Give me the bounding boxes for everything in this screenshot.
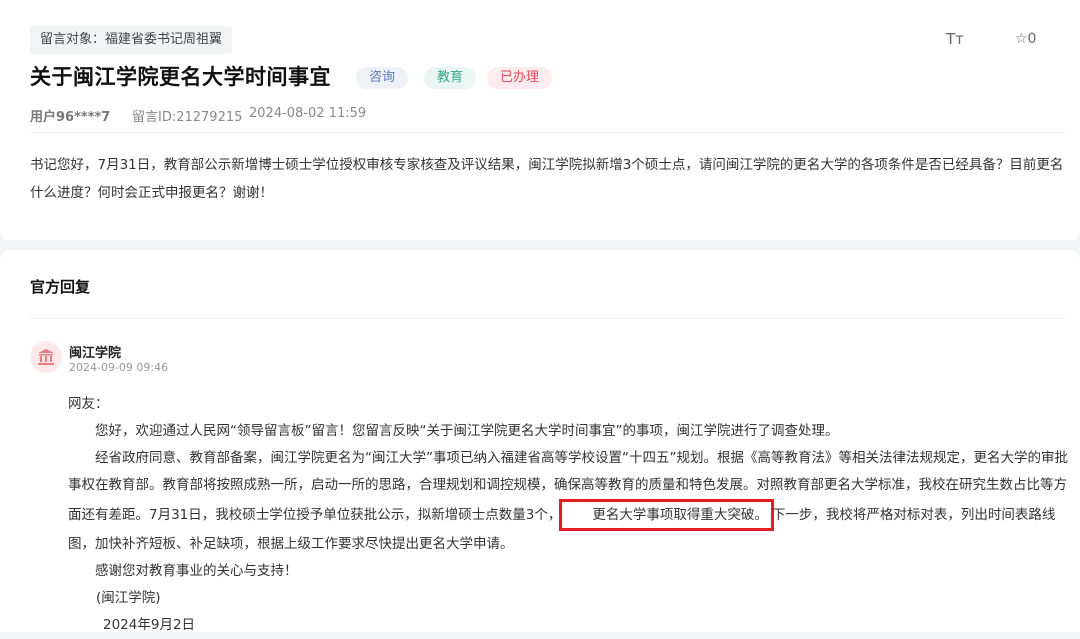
page-title: 关于闽江学院更名大学时间事宜 [30,65,331,89]
institution-icon [38,349,54,365]
font-size-icon[interactable]: Tт [946,30,964,48]
message-body: 书记您好，7月31日，教育部公示新增博士硕士学位授权审核专家核查及评议结果，闽江… [30,157,1064,201]
star-icon: ☆0 [1015,31,1037,47]
badge-consult[interactable]: 咨询 [356,67,409,89]
message-target-tag: 留言对象：福建省委书记周祖翼 [30,26,233,54]
status-badge: 已办理 [487,67,553,89]
divider [30,132,1065,133]
divider [30,318,1065,319]
reply-paragraph: 感谢您对教育事业的关心与支持！ [95,563,298,579]
reply-signature-org: (闽江学院) [96,590,161,606]
reply-salutation: 网友： [68,396,109,412]
reply-body: 网友： 您好，欢迎通过人民网“领导留言板”留言！您留言反映“关于闽江学院更名大学… [68,391,1068,639]
highlighted-text: 更名大学事项取得重大突破。 [559,499,774,531]
reply-paragraph: 经省政府同意、教育部备案，闽江学院更名为“闽江大学”事项已纳入福建省高等学校设置… [68,445,1068,558]
reply-date: 2024-09-09 09:46 [69,361,169,374]
avatar [30,341,62,373]
reply-signature-date: 2024年9月2日 [103,617,196,633]
reply-section-title: 官方回复 [30,278,91,296]
author-name: 用户96****7 [30,110,111,125]
badge-education[interactable]: 教育 [424,67,477,89]
reply-paragraph: 您好，欢迎通过人民网“领导留言板”留言！您留言反映“关于闽江学院更名大学时间事宜… [95,423,839,439]
favorite-button[interactable]: ☆0 [1015,31,1036,47]
message-id: 留言ID:21279215 [132,110,243,125]
reply-org-name: 闽江学院 [69,346,122,361]
message-card: 留言对象：福建省委书记周祖翼 关于闽江学院更名大学时间事宜 咨询 教育 已办理 … [0,0,1080,240]
message-date: 2024-08-02 11:59 [249,106,367,121]
